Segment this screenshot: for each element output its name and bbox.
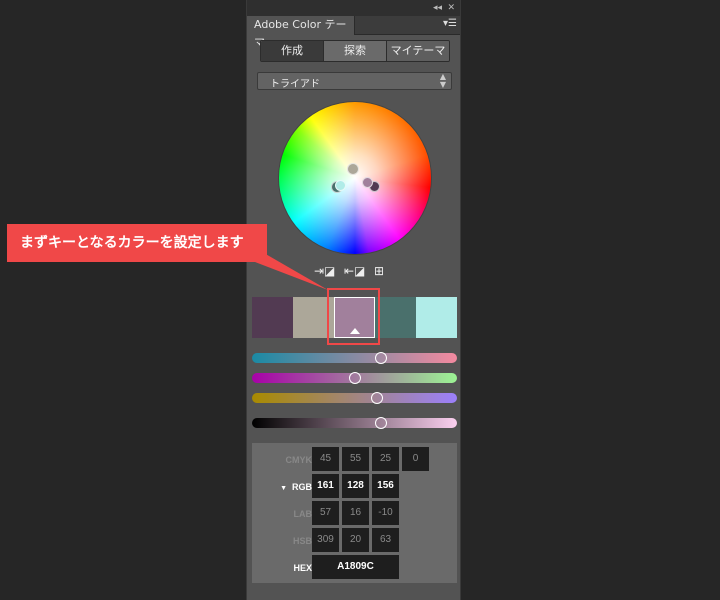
rgb-g-field[interactable]: 128 [342,474,369,498]
cmyk-y-field[interactable]: 25 [372,447,399,471]
cmyk-m-field[interactable]: 55 [342,447,369,471]
slider-knob[interactable] [375,352,388,364]
cmyk-c-field[interactable]: 45 [312,447,339,471]
wheel-marker-3[interactable] [362,177,373,188]
hsb-h-field[interactable]: 309 [312,528,339,552]
rgb-label[interactable]: ▼ RGB [252,482,312,492]
rgb-label-text: RGB [292,482,312,492]
annotation-callout: まずキーとなるカラーを設定します [7,224,267,262]
triangle-down-icon: ▼ [280,485,287,492]
lab-label[interactable]: LAB [252,509,313,519]
set-from-foreground-icon[interactable]: ⇥◪ [314,264,335,278]
color-wheel[interactable] [279,102,431,254]
panel-menu-icon[interactable]: ▾☰ [443,18,457,29]
hex-field[interactable]: A1809C [312,555,399,579]
add-to-swatches-icon[interactable]: ⊞ [374,264,384,278]
lab-a-field[interactable]: 16 [342,501,369,525]
hsb-label[interactable]: HSB [252,536,312,546]
panel-tab[interactable]: Adobe Color テーマ [247,16,355,49]
rgb-b-field[interactable]: 156 [372,474,399,498]
slider-knob[interactable] [375,417,388,429]
tab-create[interactable]: 作成 [261,41,324,61]
updown-arrow-icon: ▲ ▼ [439,72,446,89]
lab-b-field[interactable]: -10 [372,501,399,525]
slider-knob[interactable] [371,392,384,404]
slider-3[interactable] [252,392,457,404]
tab-explore[interactable]: 探索 [324,41,387,61]
hsb-s-field[interactable]: 20 [342,528,369,552]
collapse-icon[interactable]: ◂◂ [433,2,442,14]
color-values-table: CMYK 45 55 25 0 ▼ RGB 161 128 156 LAB 57 … [252,443,457,583]
cmyk-label[interactable]: CMYK [252,455,313,465]
swatch-4[interactable] [375,297,416,338]
close-icon[interactable]: ✕ [447,2,455,14]
cmyk-k-field[interactable]: 0 [402,447,429,471]
brightness-slider[interactable] [252,417,457,429]
wheel-marker-2[interactable] [347,163,359,175]
key-color-highlight [327,288,380,345]
panel-tabbar: Adobe Color テーマ ▾☰ [247,16,460,49]
slider-knob[interactable] [348,372,361,384]
wheel-marker-5[interactable] [335,180,346,191]
hex-label: HEX [293,563,312,573]
harmony-rule-select[interactable]: トライアド ▲ ▼ [257,72,452,90]
tab-my-themes[interactable]: マイテーマ [387,41,449,61]
panel-titlebar: ◂◂ ✕ [247,0,460,16]
slider-1[interactable] [252,352,457,364]
swatch-1[interactable] [252,297,293,338]
set-from-background-icon[interactable]: ⇤◪ [344,264,365,278]
rgb-r-field[interactable]: 161 [312,474,339,498]
harmony-rule-value: トライアド [270,79,320,90]
hsb-b-field[interactable]: 63 [372,528,399,552]
lab-l-field[interactable]: 57 [312,501,339,525]
mode-switch: 作成 探索 マイテーマ [260,40,450,62]
swatch-5[interactable] [416,297,457,338]
slider-2[interactable] [252,372,457,384]
